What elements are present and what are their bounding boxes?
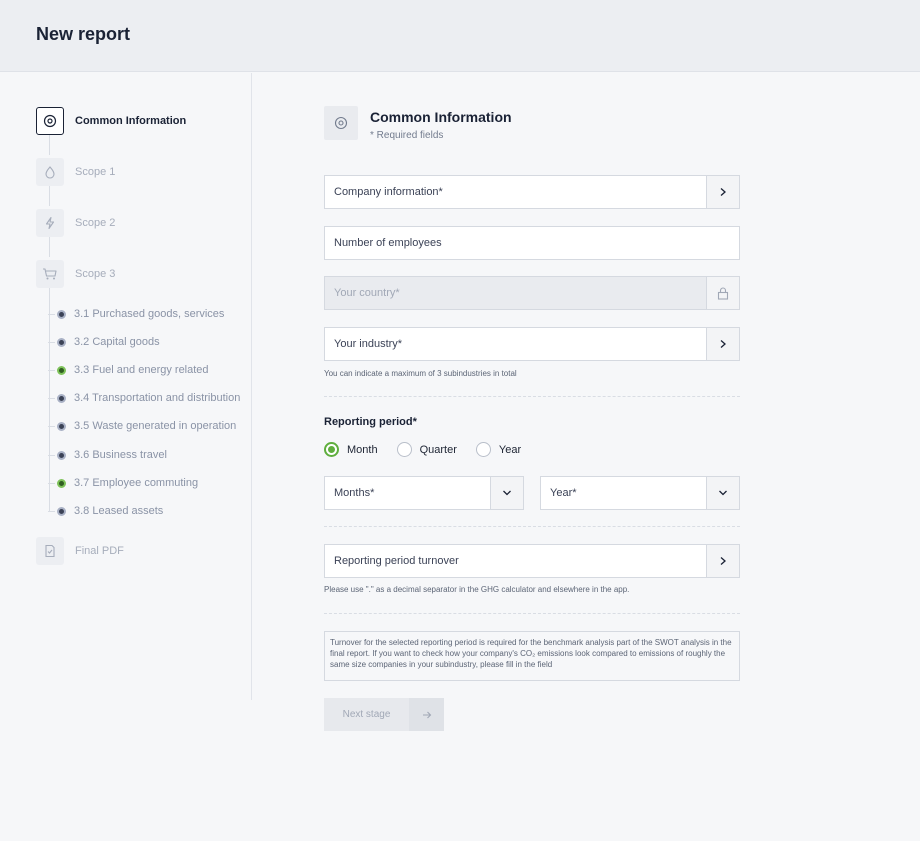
substep-label: 3.8 Leased assets bbox=[74, 505, 164, 517]
sidebar-step-label: Scope 2 bbox=[75, 217, 116, 229]
country-field: Your country* bbox=[324, 276, 740, 310]
required-fields-note: * Required fields bbox=[370, 130, 444, 141]
lightning-icon bbox=[36, 209, 64, 237]
radio-indicator bbox=[324, 442, 339, 457]
sidebar-substep[interactable]: 3.8 Leased assets bbox=[48, 505, 163, 517]
sidebar-substep[interactable]: 3.5 Waste generated in operation bbox=[48, 420, 236, 432]
reporting-period-radio-group: Month Quarter Year bbox=[324, 442, 540, 457]
number-of-employees-input[interactable]: Number of employees bbox=[324, 226, 740, 260]
sidebar-substep[interactable]: 3.1 Purchased goods, services bbox=[48, 308, 224, 320]
sidebar-step-common-information[interactable]: Common Information bbox=[36, 107, 186, 135]
radio-indicator bbox=[396, 442, 412, 457]
sidebar-step-label: Scope 1 bbox=[75, 166, 116, 178]
field-label: Company information* bbox=[334, 186, 443, 198]
divider bbox=[324, 613, 740, 614]
divider bbox=[324, 396, 740, 397]
next-stage-button[interactable]: Next stage bbox=[324, 698, 444, 731]
sidebar-substep[interactable]: 3.7 Employee commuting bbox=[48, 477, 198, 489]
sidebar-step-final-pdf[interactable]: Final PDF bbox=[36, 537, 124, 565]
chevron-down-icon[interactable] bbox=[706, 477, 739, 509]
drop-icon bbox=[36, 158, 64, 186]
substep-label: 3.5 Waste generated in operation bbox=[74, 420, 237, 432]
status-dot bbox=[57, 309, 66, 319]
sidebar-step-label: Common Information bbox=[75, 115, 187, 127]
arrow-right-icon bbox=[409, 698, 444, 731]
field-placeholder: Number of employees bbox=[334, 237, 442, 249]
radio-label: Year bbox=[498, 443, 522, 456]
step-connector bbox=[49, 186, 50, 206]
document-icon bbox=[36, 537, 64, 565]
radio-month[interactable]: Month bbox=[324, 442, 378, 457]
sidebar-step-scope-2[interactable]: Scope 2 bbox=[36, 209, 115, 237]
field-label: Your country* bbox=[334, 287, 400, 299]
substep-label: 3.2 Capital goods bbox=[74, 336, 160, 348]
substep-label: 3.7 Employee commuting bbox=[74, 477, 199, 489]
chevron-down-icon[interactable] bbox=[490, 477, 523, 509]
chevron-right-icon[interactable] bbox=[706, 176, 739, 208]
reporting-period-label: Reporting period* bbox=[324, 416, 417, 428]
sidebar-substep[interactable]: 3.6 Business travel bbox=[48, 449, 167, 461]
sidebar-substep[interactable]: 3.3 Fuel and energy related bbox=[48, 364, 209, 376]
status-dot bbox=[57, 506, 66, 516]
status-dot bbox=[57, 421, 66, 431]
year-select[interactable]: Year* bbox=[540, 476, 740, 510]
select-placeholder: Year* bbox=[550, 487, 577, 499]
select-placeholder: Months* bbox=[334, 487, 375, 499]
chevron-right-icon[interactable] bbox=[706, 328, 739, 360]
lock-icon bbox=[706, 277, 739, 309]
divider bbox=[324, 526, 740, 527]
field-label: Reporting period turnover bbox=[334, 555, 459, 567]
radio-label: Month bbox=[347, 443, 378, 456]
substep-label: 3.3 Fuel and energy related bbox=[74, 364, 209, 376]
status-dot bbox=[57, 337, 66, 347]
status-dot bbox=[57, 365, 66, 375]
page-title: New report bbox=[36, 24, 131, 44]
substep-label: 3.1 Purchased goods, services bbox=[74, 308, 225, 320]
form-title: Common Information bbox=[370, 109, 512, 125]
radio-year[interactable]: Year bbox=[475, 442, 522, 457]
location-pin-icon bbox=[324, 106, 358, 140]
status-dot bbox=[57, 450, 66, 460]
industry-hint: You can indicate a maximum of 3 subindus… bbox=[324, 369, 517, 378]
next-stage-label: Next stage bbox=[342, 709, 391, 720]
sidebar-substep[interactable]: 3.2 Capital goods bbox=[48, 336, 160, 348]
step-connector bbox=[49, 237, 50, 257]
reporting-period-turnover-field[interactable]: Reporting period turnover bbox=[324, 544, 740, 578]
cart-icon bbox=[36, 260, 64, 288]
radio-indicator bbox=[475, 442, 491, 457]
sidebar-step-scope-3[interactable]: Scope 3 bbox=[36, 260, 115, 288]
field-label: Your industry* bbox=[334, 338, 403, 350]
step-connector bbox=[49, 135, 50, 155]
sidebar-substep[interactable]: 3.4 Transportation and distribution bbox=[48, 392, 240, 404]
radio-quarter[interactable]: Quarter bbox=[396, 442, 457, 457]
top-bar: New report bbox=[0, 0, 920, 72]
location-pin-icon bbox=[36, 107, 64, 135]
sidebar-step-scope-1[interactable]: Scope 1 bbox=[36, 158, 115, 186]
sidebar-step-label: Final PDF bbox=[75, 545, 124, 557]
status-dot bbox=[57, 393, 66, 403]
chevron-right-icon[interactable] bbox=[706, 545, 739, 577]
substep-label: 3.6 Business travel bbox=[74, 449, 167, 461]
radio-label: Quarter bbox=[419, 443, 457, 456]
substep-label: 3.4 Transportation and distribution bbox=[74, 392, 241, 404]
sidebar-step-label: Scope 3 bbox=[75, 268, 116, 280]
turnover-info-note: Turnover for the selected reporting peri… bbox=[324, 631, 740, 681]
industry-field[interactable]: Your industry* bbox=[324, 327, 740, 361]
company-information-field[interactable]: Company information* bbox=[324, 175, 740, 209]
months-select[interactable]: Months* bbox=[324, 476, 524, 510]
decimal-separator-hint: Please use "." as a decimal separator in… bbox=[324, 585, 630, 594]
status-dot bbox=[57, 478, 66, 488]
